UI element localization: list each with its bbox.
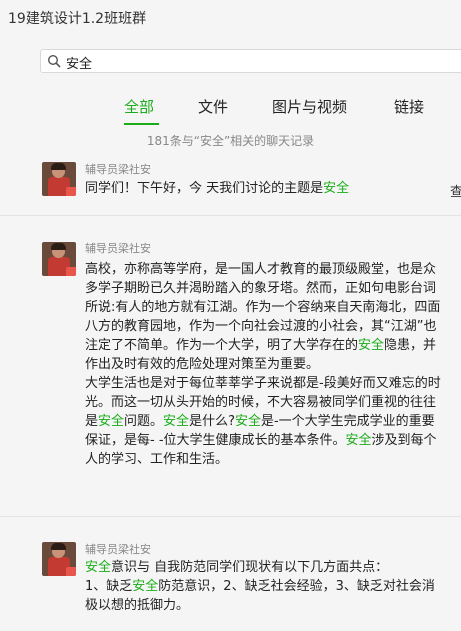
keyword-highlight: 安全 bbox=[345, 433, 372, 448]
keyword-highlight: 安全 bbox=[358, 338, 385, 353]
search-icon bbox=[47, 54, 61, 68]
search-input[interactable]: 安全 bbox=[40, 49, 461, 73]
list-item[interactable]: 辅导员梁社安 安全意识与 自我防范同学们现状有以下几方面共点： 1、缺乏安全防范… bbox=[0, 538, 461, 631]
tab-all[interactable]: 全部 bbox=[124, 96, 154, 117]
keyword-highlight: 安全 bbox=[132, 579, 159, 594]
message-text: 高校，亦称高等学府，是一国人才教育的最顶级殿堂，也是众多学子期盼已久并渴盼踏入的… bbox=[85, 260, 443, 469]
active-tab-indicator bbox=[124, 123, 159, 125]
tab-images-videos[interactable]: 图片与视频 bbox=[272, 96, 347, 117]
tab-files[interactable]: 文件 bbox=[198, 96, 228, 117]
chat-title: 19建筑设计1.2班班群 bbox=[8, 11, 147, 27]
message-text-segment: 是什么? bbox=[189, 414, 235, 429]
sender-name: 辅导员梁社安 bbox=[85, 242, 151, 255]
result-count: 181条与“安全”相关的聊天记录 bbox=[146, 134, 315, 148]
keyword-highlight: 安全 bbox=[163, 414, 190, 429]
list-item[interactable]: 辅导员梁社安 同学们！下午好，今 天我们讨论的主题是安全 查 bbox=[0, 158, 461, 218]
divider bbox=[0, 215, 461, 216]
keyword-highlight: 安全 bbox=[98, 414, 125, 429]
search-value: 安全 bbox=[66, 57, 93, 72]
sender-name: 辅导员梁社安 bbox=[85, 163, 151, 176]
filter-tabs: 全部 文件 图片与视频 链接 bbox=[0, 96, 461, 128]
message-text: 同学们！下午好，今 天我们讨论的主题是安全 bbox=[85, 179, 443, 198]
avatar bbox=[42, 242, 76, 276]
view-context-link[interactable]: 查 bbox=[450, 181, 461, 200]
avatar bbox=[42, 542, 76, 576]
keyword-highlight: 安全 bbox=[234, 414, 261, 429]
message-text-segment: 同学们！下午好，今 天我们讨论的主题是 bbox=[85, 181, 324, 196]
keyword-highlight: 安全 bbox=[85, 560, 112, 575]
message-text: 安全意识与 自我防范同学们现状有以下几方面共点： 1、缺乏安全防范意识，2、缺乏… bbox=[85, 558, 443, 615]
message-text-segment: 问题。 bbox=[124, 414, 164, 429]
avatar bbox=[42, 162, 76, 196]
list-item[interactable]: 辅导员梁社安 高校，亦称高等学府，是一国人才教育的最顶级殿堂，也是众多学子期盼已… bbox=[0, 238, 461, 513]
keyword-highlight: 安全 bbox=[323, 181, 350, 196]
sender-name: 辅导员梁社安 bbox=[85, 543, 151, 556]
tab-links[interactable]: 链接 bbox=[394, 96, 424, 117]
title-bar: 19建筑设计1.2班班群 bbox=[0, 0, 461, 36]
divider bbox=[0, 516, 461, 517]
